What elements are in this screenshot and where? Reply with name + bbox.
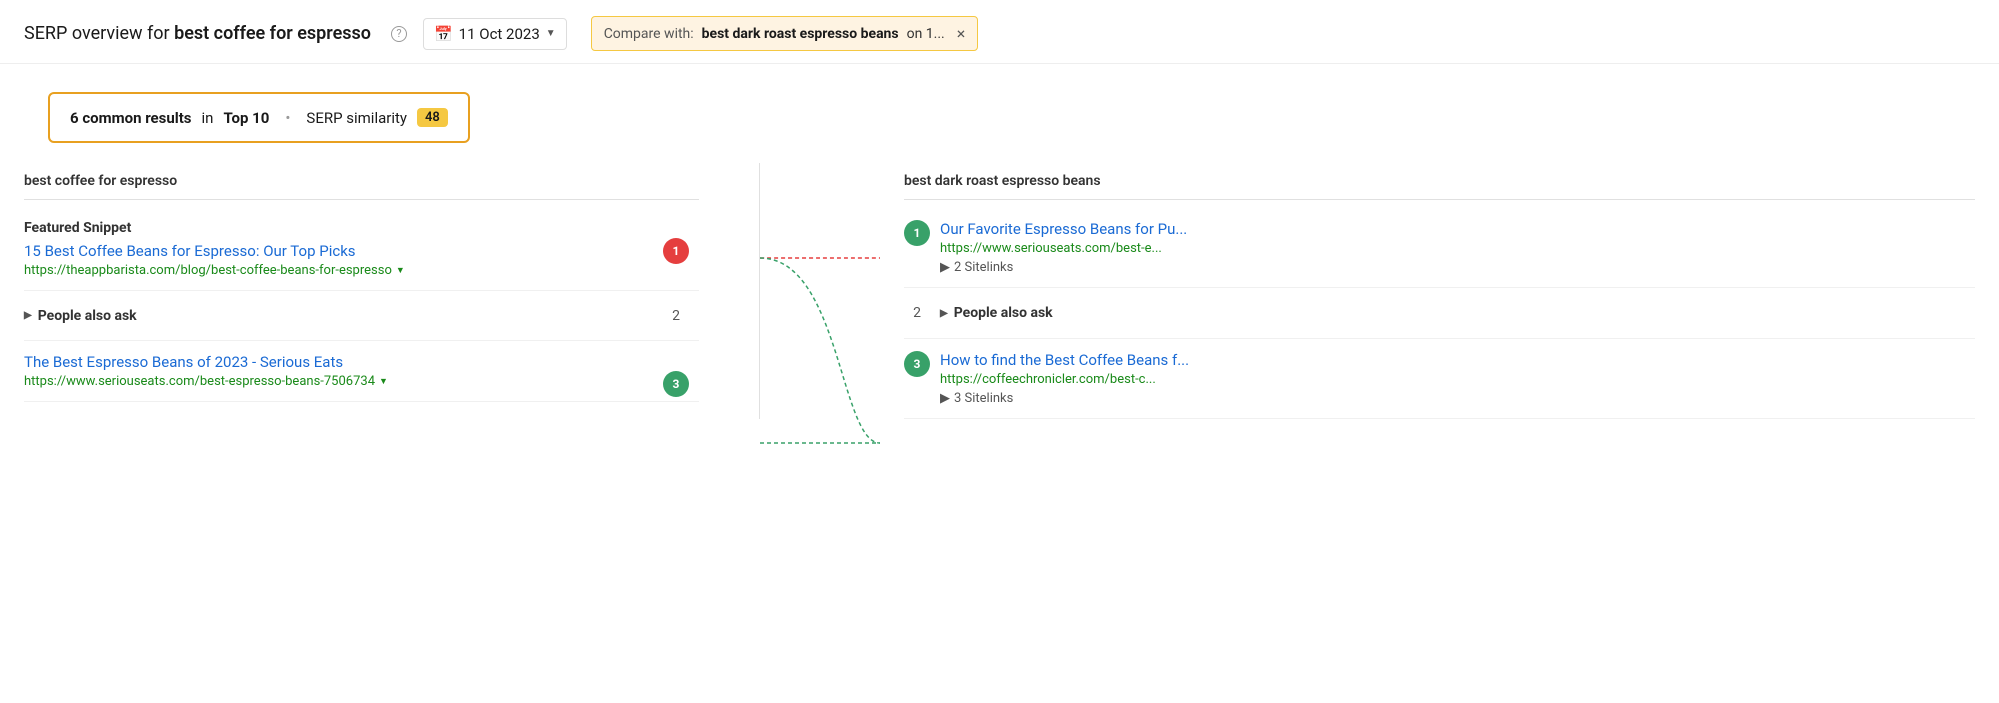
featured-snippet-label: Featured Snippet [24, 220, 649, 236]
right-item-2: 2 ▶ People also ask [904, 288, 1975, 339]
expand-icon: ▶ [24, 310, 32, 321]
sitelinks-expand-icon: ▶ [940, 260, 950, 275]
right-item-1: 1 Our Favorite Espresso Beans for Pu... … [904, 208, 1975, 288]
people-also-ask-label: People also ask [38, 308, 137, 324]
people-also-ask-right[interactable]: ▶ People also ask [940, 305, 1975, 321]
right-rank-badge-2: 2 [904, 300, 930, 326]
url-expand-icon-3: ▼ [379, 376, 388, 387]
date-selector[interactable]: 📅 11 Oct 2023 ▼ [423, 18, 567, 50]
serp-item-3: The Best Espresso Beans of 2023 - Seriou… [24, 341, 699, 402]
right-url-text-3: https://coffeechronicler.com/best-c... [940, 372, 1156, 387]
common-results-count: 6 common results [70, 109, 192, 127]
right-rank-badge-3: 3 [904, 351, 930, 377]
rank-badge-2: 2 [663, 303, 689, 329]
right-people-also-ask-label: People also ask [954, 305, 1053, 321]
right-expand-icon: ▶ [940, 308, 948, 319]
title-prefix: SERP overview for [24, 23, 174, 44]
serp-item-2: ▶ People also ask 2 [24, 291, 699, 341]
compare-banner: Compare with: best dark roast espresso b… [591, 16, 979, 51]
right-column: best dark roast espresso beans 1 Our Fav… [880, 163, 1999, 419]
url-text-1: https://theappbarista.com/blog/best-coff… [24, 263, 392, 278]
compare-keyword: best dark roast espresso beans [702, 26, 899, 42]
serp-url-3[interactable]: https://www.seriouseats.com/best-espress… [24, 374, 388, 389]
right-item-3: 3 How to find the Best Coffee Beans f...… [904, 339, 1975, 419]
right-column-header: best dark roast espresso beans [904, 163, 1975, 200]
people-also-ask-left[interactable]: ▶ People also ask [24, 308, 137, 324]
compare-label: Compare with: [604, 26, 694, 42]
connector-svg [760, 203, 880, 703]
sitelinks-1[interactable]: ▶ 2 Sitelinks [940, 260, 1975, 275]
separator: • [285, 109, 290, 127]
right-serp-url-3[interactable]: https://coffeechronicler.com/best-c... [940, 372, 1156, 387]
right-serp-url-1[interactable]: https://www.seriouseats.com/best-e... [940, 241, 1162, 256]
serp-link-3[interactable]: The Best Espresso Beans of 2023 - Seriou… [24, 353, 649, 371]
page-title: SERP overview for best coffee for espres… [24, 23, 371, 44]
right-url-text-1: https://www.seriouseats.com/best-e... [940, 241, 1162, 256]
right-item-content-2: ▶ People also ask [940, 305, 1975, 321]
serp-item-1: Featured Snippet 15 Best Coffee Beans fo… [24, 208, 699, 291]
sitelinks-label-1: 2 Sitelinks [954, 260, 1013, 275]
left-column: best coffee for espresso Featured Snippe… [0, 163, 760, 419]
serp-url-1[interactable]: https://theappbarista.com/blog/best-coff… [24, 263, 405, 278]
summary-in-label: in [202, 109, 214, 127]
rank-badge-3: 3 [663, 371, 689, 397]
connector-area [760, 163, 880, 419]
header-row: SERP overview for best coffee for espres… [0, 0, 1999, 64]
top-label: Top 10 [223, 109, 269, 127]
right-item-content-1: Our Favorite Espresso Beans for Pu... ht… [940, 220, 1975, 275]
columns-wrapper: best coffee for espresso Featured Snippe… [0, 163, 1999, 419]
chevron-down-icon: ▼ [546, 28, 556, 39]
left-column-header: best coffee for espresso [24, 163, 699, 200]
right-rank-badge-1: 1 [904, 220, 930, 246]
right-item-content-3: How to find the Best Coffee Beans f... h… [940, 351, 1975, 406]
sitelinks-expand-icon-3: ▶ [940, 391, 950, 406]
summary-box: 6 common results in Top 10 • SERP simila… [48, 92, 470, 143]
title-keyword: best coffee for espresso [174, 23, 371, 44]
sitelinks-3[interactable]: ▶ 3 Sitelinks [940, 391, 1975, 406]
date-value: 11 Oct 2023 [459, 25, 540, 43]
right-serp-link-1[interactable]: Our Favorite Espresso Beans for Pu... [940, 220, 1975, 238]
url-expand-icon: ▼ [396, 265, 405, 276]
similarity-badge: 48 [417, 108, 448, 127]
compare-suffix: on 1... [907, 26, 945, 42]
calendar-icon: 📅 [434, 25, 453, 43]
similarity-label: SERP similarity [306, 109, 407, 127]
sitelinks-label-3: 3 Sitelinks [954, 391, 1013, 406]
right-serp-link-3[interactable]: How to find the Best Coffee Beans f... [940, 351, 1975, 369]
rank-badge-1: 1 [663, 238, 689, 264]
close-compare-button[interactable]: × [957, 24, 966, 43]
help-icon[interactable]: ? [391, 26, 407, 42]
serp-link-1[interactable]: 15 Best Coffee Beans for Espresso: Our T… [24, 242, 649, 260]
url-text-3: https://www.seriouseats.com/best-espress… [24, 374, 375, 389]
